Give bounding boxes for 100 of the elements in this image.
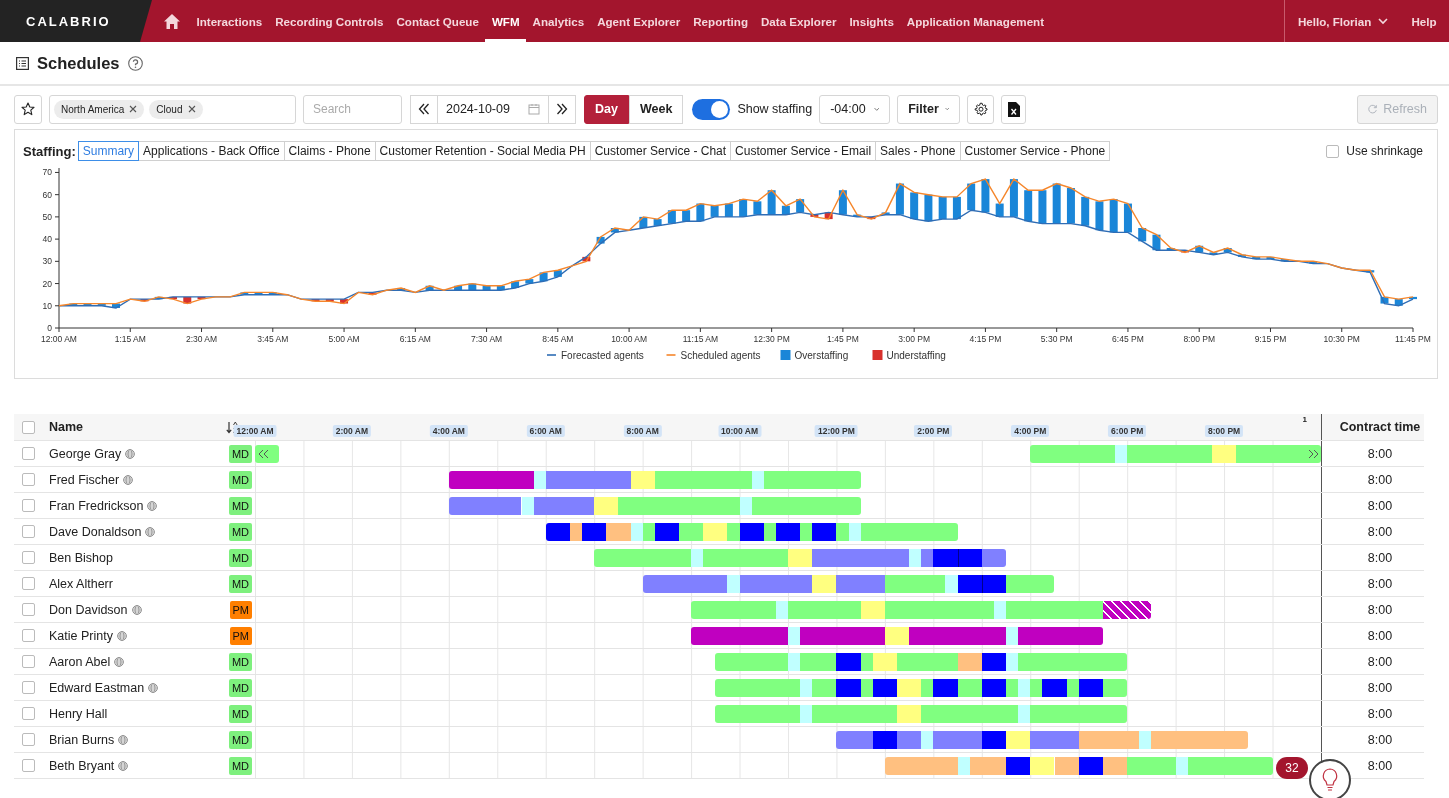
x-tick-label: 6:15 AM: [399, 334, 431, 344]
nav-tab[interactable]: Interactions: [190, 0, 269, 42]
y-tick-label: 40: [42, 234, 52, 245]
nav-tab[interactable]: Analytics: [526, 0, 591, 42]
legend-label: Forecasted agents: [561, 350, 644, 361]
shift-badge: MD: [228, 522, 252, 541]
x-tick-label: 10:30 PM: [1323, 334, 1360, 344]
legend-label: Overstaffing: [794, 350, 849, 361]
nav-tab[interactable]: Recording Controls: [268, 0, 390, 42]
agent-name[interactable]: Beth Bryant: [49, 758, 115, 773]
hour-label: 4:00 PM: [1011, 425, 1050, 437]
view-tab[interactable]: Day: [584, 94, 629, 124]
date-field[interactable]: 2024-10-09: [438, 94, 548, 124]
nav-tab[interactable]: Agent Explorer: [590, 0, 687, 42]
search-field[interactable]: Search: [303, 94, 402, 124]
y-tick-label: 10: [42, 300, 52, 311]
x-tick-label: 6:45 PM: [1112, 334, 1144, 344]
contract-time: 8:00: [1366, 471, 1394, 489]
hour-label: 8:00 AM: [623, 425, 662, 437]
shift-badge: PM: [229, 626, 252, 645]
hour-label: 12:00 PM: [815, 425, 858, 437]
shift-badge: MD: [228, 444, 252, 463]
x-tick-label: 5:30 PM: [1040, 334, 1073, 344]
agent-name[interactable]: Alex Altherr: [49, 576, 113, 591]
x-tick-label: 11:45 PM: [1395, 334, 1431, 344]
user-menu[interactable]: Hello, Florian: [1291, 0, 1395, 42]
shift-badge: MD: [228, 756, 252, 775]
staffing-tab[interactable]: Customer Retention - Social Media PH: [374, 141, 591, 161]
help-link[interactable]: Help: [1404, 0, 1443, 42]
x-tick-label: 12:30 PM: [753, 334, 790, 344]
agent-name[interactable]: Henry Hall: [49, 706, 108, 721]
nav-tab[interactable]: Application Management: [900, 0, 1051, 42]
shift-badge: MD: [228, 496, 252, 515]
contract-time: 8:00: [1366, 575, 1394, 593]
toggle-label: Show staffing: [737, 102, 813, 116]
shift-badge: MD: [228, 548, 252, 567]
agent-name[interactable]: Katie Printy: [49, 628, 113, 643]
y-tick-label: 0: [47, 323, 52, 333]
shift-badge: MD: [228, 470, 252, 489]
notification-count[interactable]: 32: [1276, 757, 1308, 779]
hour-label: 2:00 PM: [914, 425, 953, 437]
agent-name[interactable]: Edward Eastman: [49, 680, 145, 695]
nav-tab[interactable]: Data Explorer: [754, 0, 843, 42]
agent-name[interactable]: Brian Burns: [49, 732, 115, 747]
column-header[interactable]: Name: [49, 420, 84, 434]
shift-badge: MD: [228, 678, 252, 697]
legend-label: Understaffing: [886, 350, 946, 361]
page-marker: 1: [1302, 415, 1307, 424]
agent-name[interactable]: Don Davidson: [49, 602, 128, 617]
shift-badge: MD: [228, 730, 252, 749]
x-tick-label: 5:00 AM: [328, 334, 360, 344]
view-tab[interactable]: Week: [628, 94, 684, 124]
column-header: Contract time: [1338, 419, 1422, 436]
contract-time: 8:00: [1366, 523, 1394, 541]
staffing-tab[interactable]: Customer Service - Email: [730, 141, 877, 161]
agent-name[interactable]: Dave Donaldson: [49, 524, 142, 539]
x-tick-label: 12:00 AM: [41, 334, 77, 344]
filter-chip[interactable]: North America: [54, 99, 145, 119]
contract-time: 8:00: [1366, 679, 1394, 697]
contract-time: 8:00: [1366, 497, 1394, 515]
staffing-tab[interactable]: Summary: [77, 141, 140, 161]
checkbox-label: Use shrinkage: [1346, 144, 1423, 158]
contract-time: 8:00: [1366, 601, 1394, 619]
nav-tab[interactable]: WFM: [485, 0, 527, 42]
agent-name[interactable]: Fran Fredrickson: [49, 498, 144, 513]
tag-filter-field[interactable]: North America Cloud: [49, 94, 296, 124]
y-tick-label: 30: [42, 256, 52, 267]
agent-name[interactable]: Ben Bishop: [49, 550, 113, 565]
hour-label: 10:00 AM: [718, 425, 762, 437]
x-tick-label: 3:00 PM: [898, 334, 930, 344]
y-tick-label: 70: [42, 167, 52, 178]
filter-dropdown[interactable]: Filter: [897, 94, 961, 124]
staffing-tab[interactable]: Applications - Back Office: [138, 141, 285, 161]
nav-tab[interactable]: Insights: [842, 0, 901, 42]
x-tick-label: 1:15 AM: [114, 334, 146, 344]
timezone-dropdown[interactable]: -04:00: [819, 94, 891, 124]
hour-label: 8:00 PM: [1205, 425, 1244, 437]
filter-chip[interactable]: Cloud: [149, 99, 203, 119]
agent-name[interactable]: George Gray: [49, 446, 122, 461]
contract-time: 8:00: [1366, 731, 1394, 749]
shift-badge: MD: [228, 574, 252, 593]
staffing-tab[interactable]: Claims - Phone: [283, 141, 376, 161]
shift-badge: PM: [229, 600, 252, 619]
agent-name[interactable]: Aaron Abel: [49, 654, 111, 669]
logo[interactable]: CALABRIO: [0, 0, 152, 42]
staffing-tab[interactable]: Customer Service - Phone: [959, 141, 1111, 161]
x-tick-label: 10:00 AM: [611, 334, 648, 344]
x-tick-label: 4:15 PM: [969, 334, 1002, 344]
x-tick-label: 8:00 PM: [1183, 334, 1216, 344]
contract-time: 8:00: [1366, 705, 1394, 723]
shift-badge: MD: [228, 652, 252, 671]
nav-tab[interactable]: Reporting: [686, 0, 755, 42]
staffing-tab[interactable]: Customer Service - Chat: [589, 141, 732, 161]
nav-tab[interactable]: Contact Queue: [389, 0, 486, 42]
hour-label: 12:00 AM: [233, 425, 277, 437]
agent-name[interactable]: Fred Fischer: [49, 472, 120, 487]
page-title: Schedules: [37, 53, 120, 73]
staffing-tab[interactable]: Sales - Phone: [875, 141, 961, 161]
staffing-label: Staffing:: [23, 143, 76, 159]
contract-time: 8:00: [1366, 757, 1394, 775]
